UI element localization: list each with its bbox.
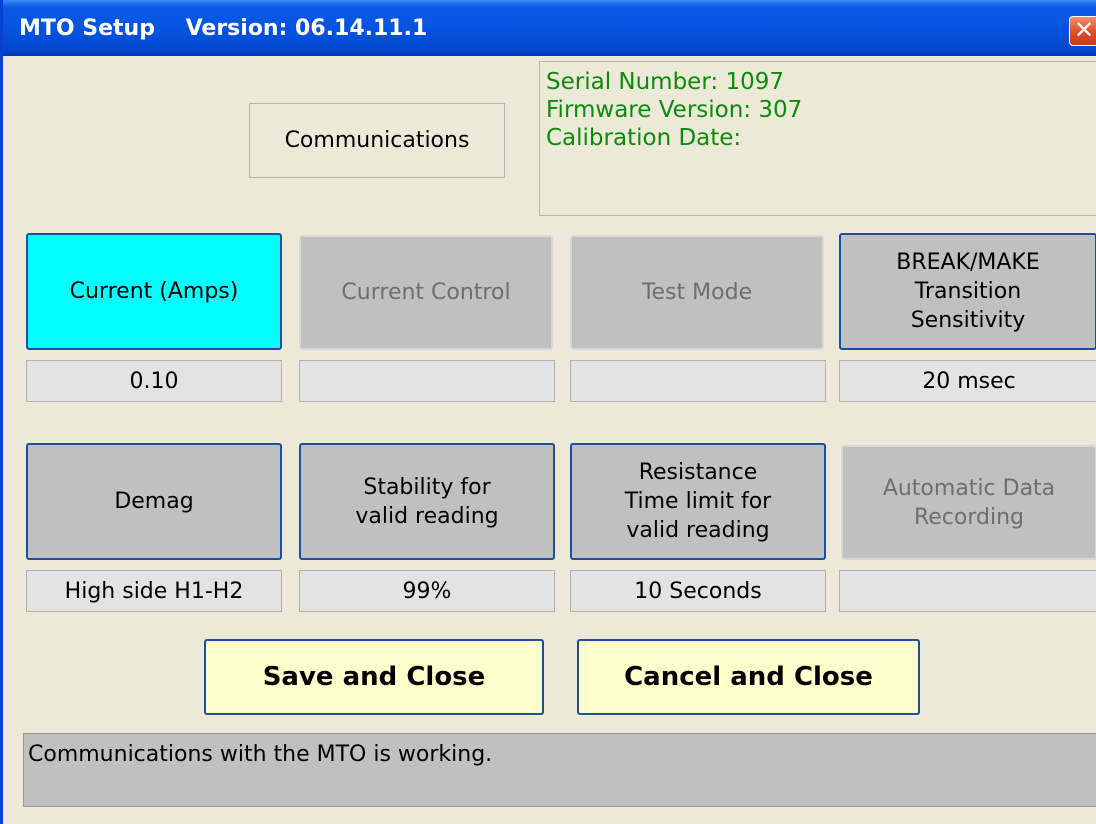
mto-setup-window: MTO Setup Version: 06.14.11.1 ✕ Communic… — [0, 0, 1096, 824]
test-mode-value — [570, 360, 826, 402]
demag-button[interactable]: Demag — [26, 443, 282, 560]
automatic-data-recording-button[interactable]: Automatic Data Recording — [841, 445, 1096, 560]
close-icon[interactable]: ✕ — [1069, 16, 1096, 46]
current-control-value — [299, 360, 555, 402]
demag-value: High side H1-H2 — [26, 570, 282, 612]
test-mode-button[interactable]: Test Mode — [570, 235, 824, 350]
current-amps-label: Current (Amps) — [69, 279, 239, 304]
cancel-and-close-button[interactable]: Cancel and Close — [577, 639, 920, 715]
window-title: MTO Setup Version: 06.14.11.1 — [19, 16, 428, 41]
break-make-label-line2: Transition — [914, 279, 1022, 304]
stability-label-line1: Stability for — [363, 474, 491, 500]
save-and-close-button[interactable]: Save and Close — [204, 639, 544, 715]
demag-label: Demag — [114, 489, 194, 514]
auto-recording-label-line1: Automatic Data — [882, 475, 1056, 501]
current-amps-value: 0.10 — [26, 360, 282, 402]
break-make-sensitivity-button[interactable]: BREAK/MAKE Transition Sensitivity — [839, 233, 1096, 350]
stability-button[interactable]: Stability for valid reading — [299, 443, 555, 560]
resistance-time-limit-button[interactable]: Resistance Time limit for valid reading — [570, 443, 826, 560]
resistance-time-limit-value: 10 Seconds — [570, 570, 826, 612]
firmware-version: Firmware Version: 307 — [546, 97, 803, 123]
break-make-value: 20 msec — [839, 360, 1096, 402]
title-bar[interactable]: MTO Setup Version: 06.14.11.1 ✕ — [3, 0, 1096, 56]
status-bar: Communications with the MTO is working. — [23, 733, 1096, 807]
current-control-label: Current Control — [341, 280, 511, 305]
resistance-label-line1: Resistance — [638, 460, 758, 485]
auto-recording-label-line2: Recording — [913, 504, 1025, 530]
resistance-label-line2: Time limit for — [624, 489, 772, 514]
resistance-label-line3: valid reading — [626, 518, 770, 543]
break-make-label-line1: BREAK/MAKE — [896, 250, 1040, 275]
device-info-panel: Serial Number: 1097 Firmware Version: 30… — [539, 61, 1096, 216]
stability-label-line2: valid reading — [355, 503, 499, 529]
break-make-label-line3: Sensitivity — [910, 308, 1026, 333]
serial-number: Serial Number: 1097 — [546, 69, 784, 95]
stability-value: 99% — [299, 570, 555, 612]
automatic-data-recording-value — [839, 570, 1096, 612]
current-control-button[interactable]: Current Control — [299, 235, 553, 350]
communications-button[interactable]: Communications — [249, 103, 505, 178]
current-amps-button[interactable]: Current (Amps) — [26, 233, 282, 350]
calibration-date: Calibration Date: — [546, 125, 742, 151]
test-mode-label: Test Mode — [641, 280, 753, 305]
